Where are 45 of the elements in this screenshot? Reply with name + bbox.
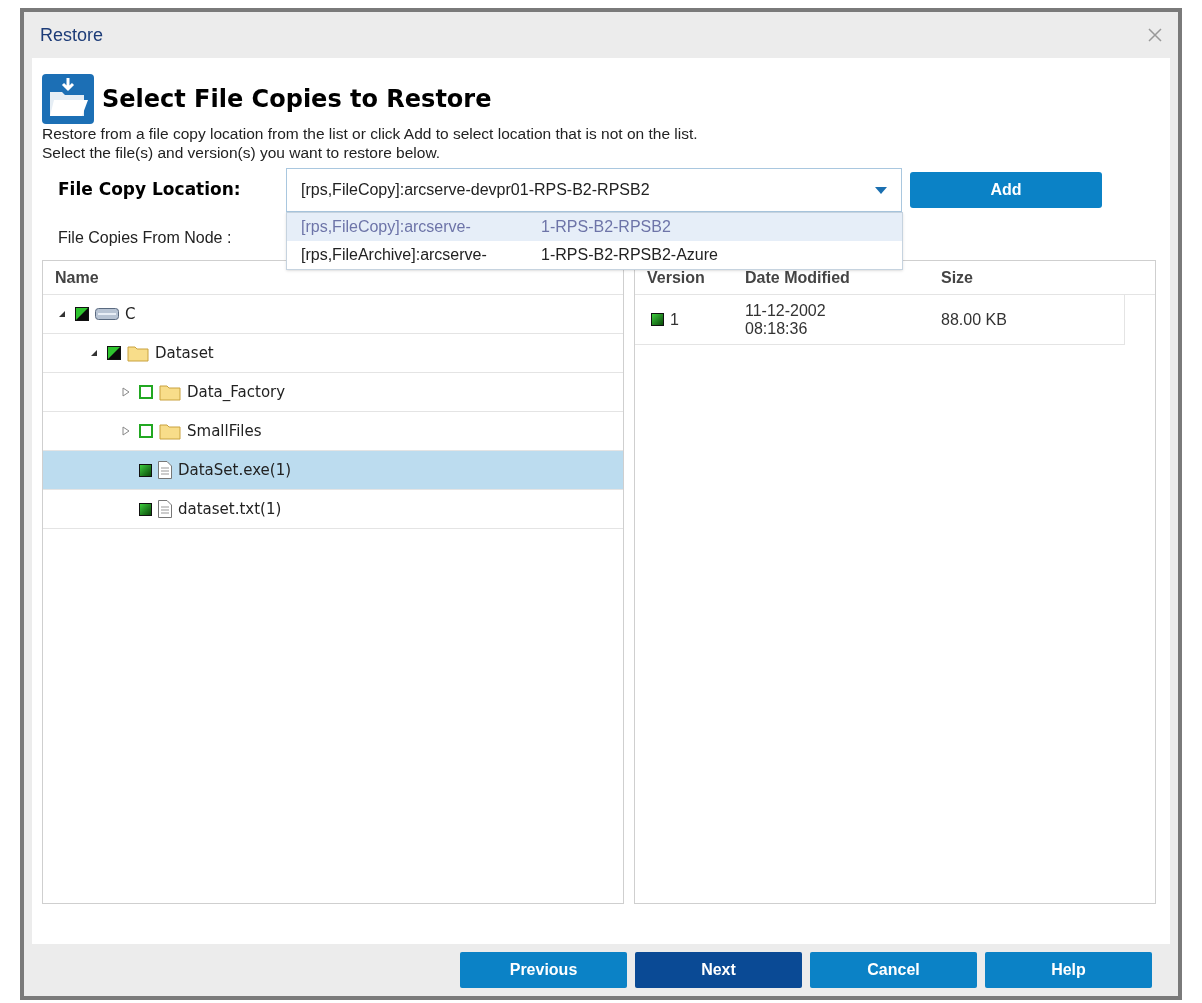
- node-label: File Copies From Node :: [58, 228, 232, 248]
- table-cell-text: 1: [670, 309, 679, 330]
- column-header: Date Modified: [745, 268, 851, 288]
- wizard-button[interactable]: Next: [635, 952, 802, 988]
- column-header: Version: [646, 268, 706, 288]
- drive-icon: [95, 308, 119, 320]
- table-cell-text: 11-12-2002 08:18:36: [745, 301, 827, 338]
- column-header: Size: [941, 268, 973, 288]
- page-heading: Select File Copies to Restore: [102, 84, 492, 115]
- window-title: Restore: [40, 23, 104, 47]
- collapsed-icon[interactable]: [122, 387, 130, 397]
- document-icon: [158, 461, 172, 479]
- checkbox[interactable]: [107, 346, 121, 360]
- checkbox[interactable]: [139, 502, 152, 516]
- caret-icon: [875, 186, 887, 194]
- folder-icon: [159, 422, 181, 440]
- expanded-icon[interactable]: [58, 310, 66, 318]
- tree-label: DataSet.exe(1): [178, 459, 292, 481]
- folder-icon: [159, 383, 181, 401]
- collapsed-icon[interactable]: [122, 426, 130, 436]
- tree-row[interactable]: DataSet.exe(1): [43, 451, 623, 490]
- tree-label: Data_Factory: [187, 381, 286, 403]
- wizard-button[interactable]: Previous: [460, 952, 627, 988]
- instruction-text: Restore from a file copy location from the list or click Add to select location that is not on the list.: [42, 124, 699, 143]
- expanded-icon[interactable]: [90, 349, 98, 357]
- checkbox[interactable]: [139, 424, 153, 438]
- checkbox[interactable]: [139, 463, 152, 477]
- tree-label: Dataset: [155, 342, 214, 364]
- folder-icon: [127, 344, 149, 362]
- checkbox[interactable]: [139, 385, 153, 399]
- tree-label: SmallFiles: [187, 420, 262, 442]
- field-label: File Copy Location:: [57, 178, 242, 202]
- checkbox[interactable]: [651, 313, 664, 326]
- instruction-text: Select the file(s) and version(s) you want to restore below.: [42, 143, 442, 162]
- location-dropdown[interactable]: [rps,FileCopy]:arcserve-devpr01-RPS-B2-RPSB2: [286, 168, 902, 212]
- tree-label: dataset.txt(1): [178, 498, 282, 520]
- checkbox[interactable]: [75, 307, 89, 321]
- dropdown-option[interactable]: [rps,FileCopy]:arcserve- 1-RPS-B2-RPSB2: [287, 213, 902, 241]
- table-cell-text: 88.00 KB: [941, 309, 1007, 330]
- wizard-button[interactable]: Cancel: [810, 952, 977, 988]
- wizard-button[interactable]: Help: [985, 952, 1152, 988]
- add-button[interactable]: Add: [910, 172, 1102, 208]
- tree-label: C: [125, 303, 136, 325]
- document-icon: [158, 500, 172, 518]
- folder-download-icon: [42, 74, 94, 124]
